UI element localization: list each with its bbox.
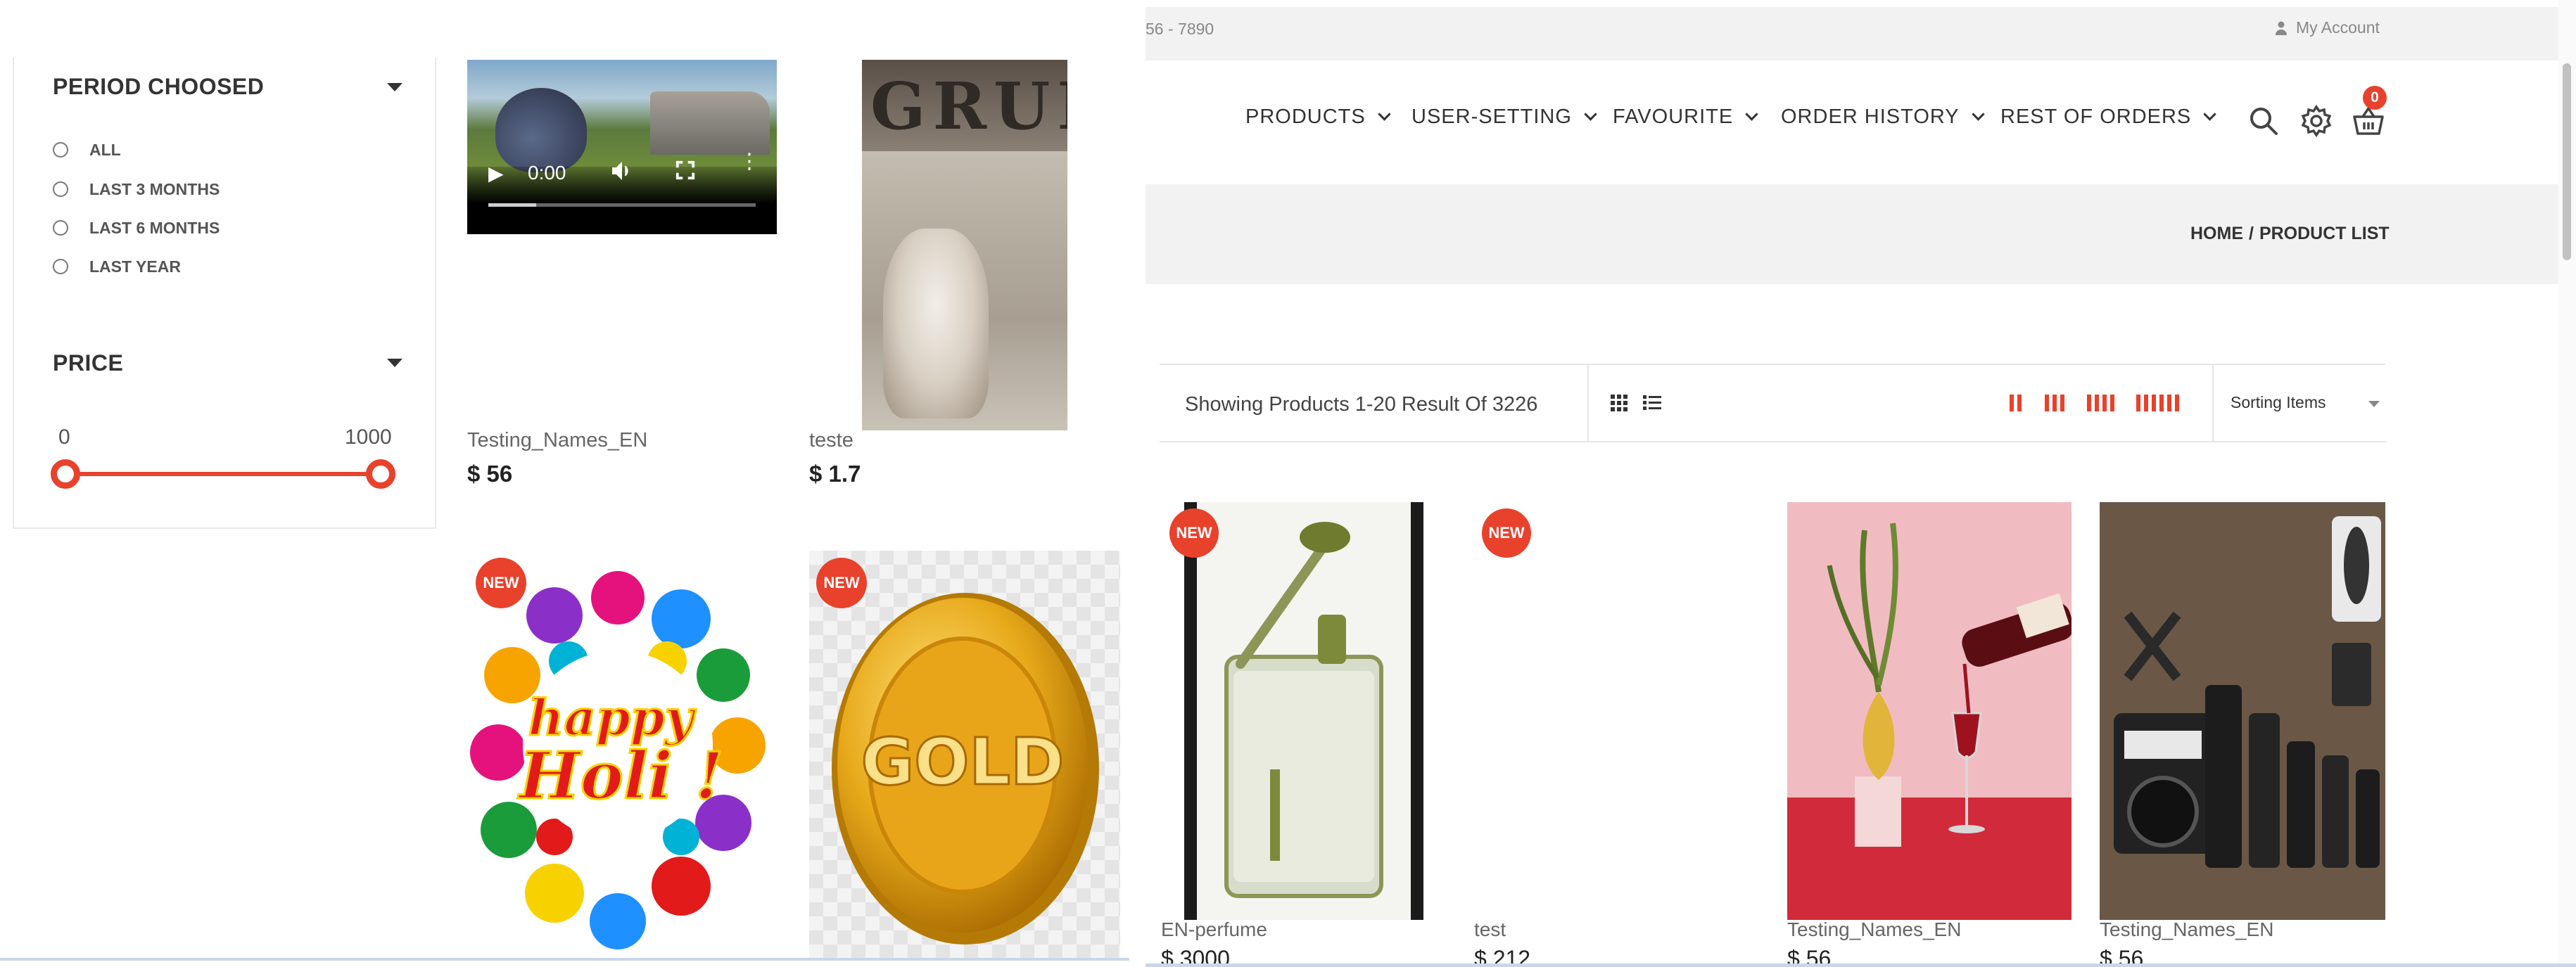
my-account-link[interactable]: My Account (2275, 18, 2380, 37)
period-option-last-3-months[interactable]: LAST 3 MONTHS (53, 177, 220, 201)
fullscreen-icon[interactable] (675, 160, 696, 186)
grid-view-icon[interactable] (1610, 394, 1628, 412)
poster-text: GRUP (870, 68, 1067, 144)
video-scene-rock (650, 91, 770, 155)
period-option-label: LAST YEAR (89, 257, 181, 276)
nav-label: ORDER HISTORY (1781, 105, 1960, 128)
nav-label: USER-SETTING (1411, 105, 1572, 128)
product-name[interactable]: EN-perfume (1161, 918, 1267, 941)
columns-4-icon[interactable] (2087, 395, 2114, 411)
user-icon (2276, 21, 2287, 35)
video-time: 0:00 (528, 162, 566, 184)
nav-label: FAVOURITE (1613, 105, 1734, 128)
right-pane: 56 - 7890 My Account PRODUCTS USER-SETTI… (1146, 0, 2576, 967)
period-option-label: LAST 6 MONTHS (89, 218, 220, 237)
product-image-camera[interactable] (2100, 502, 2385, 920)
chevron-down-icon (1745, 108, 1758, 121)
holi-line2: Holi ! (517, 738, 724, 814)
cart-count-badge: 0 (2363, 86, 2387, 110)
product-name[interactable]: test (1474, 918, 1506, 941)
scrollbar-thumb[interactable] (2563, 63, 2571, 260)
gold-coin-text: GOLD (861, 724, 1065, 800)
nav-rest-of-orders[interactable]: REST OF ORDERS (2000, 105, 2216, 129)
new-badge: NEW (476, 558, 526, 608)
more-options-icon[interactable]: ⋮ (739, 151, 760, 172)
nav-favourite[interactable]: FAVOURITE (1613, 105, 1758, 129)
caret-down-icon[interactable] (387, 359, 402, 367)
price-max-handle[interactable] (366, 459, 395, 489)
columns-2-icon[interactable] (2010, 395, 2022, 411)
breadcrumb-home[interactable]: HOME (2190, 224, 2243, 243)
price-min-value: 0 (58, 425, 70, 449)
product-price: $ 1.7 (809, 461, 861, 487)
new-badge: NEW (1482, 508, 1531, 558)
period-option-last-year[interactable]: LAST YEAR (53, 255, 181, 278)
breadcrumb-separator: / (2249, 224, 2254, 243)
product-image-wine[interactable] (1787, 502, 2071, 920)
play-icon[interactable]: ▶ (488, 162, 504, 185)
price-filter-title[interactable]: PRICE (53, 350, 123, 376)
radio-button[interactable] (53, 220, 68, 236)
product-name[interactable]: Testing_Names_EN (467, 429, 647, 452)
search-icon[interactable] (2248, 105, 2279, 136)
product-name[interactable]: Testing_Names_EN (1787, 918, 1961, 941)
product-name[interactable]: Testing_Names_EN (2100, 918, 2273, 941)
divider (0, 958, 1129, 961)
video-scene-character (495, 88, 587, 172)
nav-label: PRODUCTS (1245, 105, 1366, 128)
filter-panel: PERIOD CHOOSED ALL LAST 3 MONTHS LAST 6 … (13, 58, 436, 529)
product-toolbar: Showing Products 1-20 Result Of 3226 Sor… (1160, 364, 2385, 442)
period-filter-title[interactable]: PERIOD CHOOSED (53, 74, 264, 100)
chevron-down-icon (2203, 108, 2216, 121)
cart-basket-icon[interactable] (2352, 104, 2385, 138)
price-range-track[interactable] (65, 472, 381, 476)
poster-figure (883, 229, 989, 418)
columns-3-icon[interactable] (2045, 395, 2064, 411)
product-image-gold[interactable]: GOLD (809, 551, 1120, 959)
phone-number: 56 - 7890 (1146, 20, 1214, 38)
columns-6-icon[interactable] (2136, 395, 2179, 411)
new-badge: NEW (1169, 508, 1219, 558)
sort-select[interactable]: Sorting Items (2231, 393, 2326, 412)
product-name[interactable]: teste (809, 429, 854, 452)
period-option-last-6-months[interactable]: LAST 6 MONTHS (53, 216, 220, 240)
product-image-poster[interactable]: GRUP (862, 60, 1067, 430)
volume-icon[interactable] (610, 160, 633, 187)
nav-products[interactable]: PRODUCTS (1245, 105, 1391, 129)
divider (1587, 365, 1589, 441)
nav-user-setting[interactable]: USER-SETTING (1411, 105, 1597, 129)
new-badge: NEW (816, 558, 867, 608)
left-pane: PERIOD CHOOSED ALL LAST 3 MONTHS LAST 6 … (0, 0, 1133, 967)
caret-down-icon[interactable] (2368, 401, 2380, 407)
breadcrumb: HOME / PRODUCT LIST (2190, 224, 2390, 244)
breadcrumb-current: PRODUCT LIST (2259, 224, 2390, 243)
gear-icon[interactable] (2299, 104, 2333, 138)
divider (1146, 963, 2576, 967)
product-video[interactable]: ▶ 0:00 ⋮ (467, 60, 777, 234)
my-account-label: My Account (2296, 18, 2380, 37)
price-min-handle[interactable] (51, 459, 80, 489)
results-count: Showing Products 1-20 Result Of 3226 (1185, 393, 1538, 416)
period-option-all[interactable]: ALL (53, 138, 121, 162)
caret-down-icon[interactable] (387, 83, 402, 91)
radio-button[interactable] (53, 181, 68, 197)
chevron-down-icon (1584, 108, 1597, 121)
nav-order-history[interactable]: ORDER HISTORY (1781, 105, 1985, 129)
period-option-label: LAST 3 MONTHS (89, 179, 220, 198)
product-image-bottle[interactable] (1184, 502, 1423, 920)
chevron-down-icon (1378, 108, 1391, 121)
period-option-label: ALL (89, 140, 121, 159)
radio-button[interactable] (53, 259, 68, 274)
video-progress-bar[interactable] (488, 203, 756, 207)
nav-label: REST OF ORDERS (2000, 105, 2192, 128)
product-image-holi[interactable]: happy Holi ! (470, 556, 766, 956)
divider (2212, 365, 2214, 441)
chevron-down-icon (1971, 108, 1985, 121)
video-progress-fill (488, 203, 537, 207)
radio-button[interactable] (53, 142, 68, 158)
list-view-icon[interactable] (1642, 394, 1662, 412)
product-price: $ 56 (467, 461, 513, 487)
price-max-value: 1000 (345, 425, 392, 449)
